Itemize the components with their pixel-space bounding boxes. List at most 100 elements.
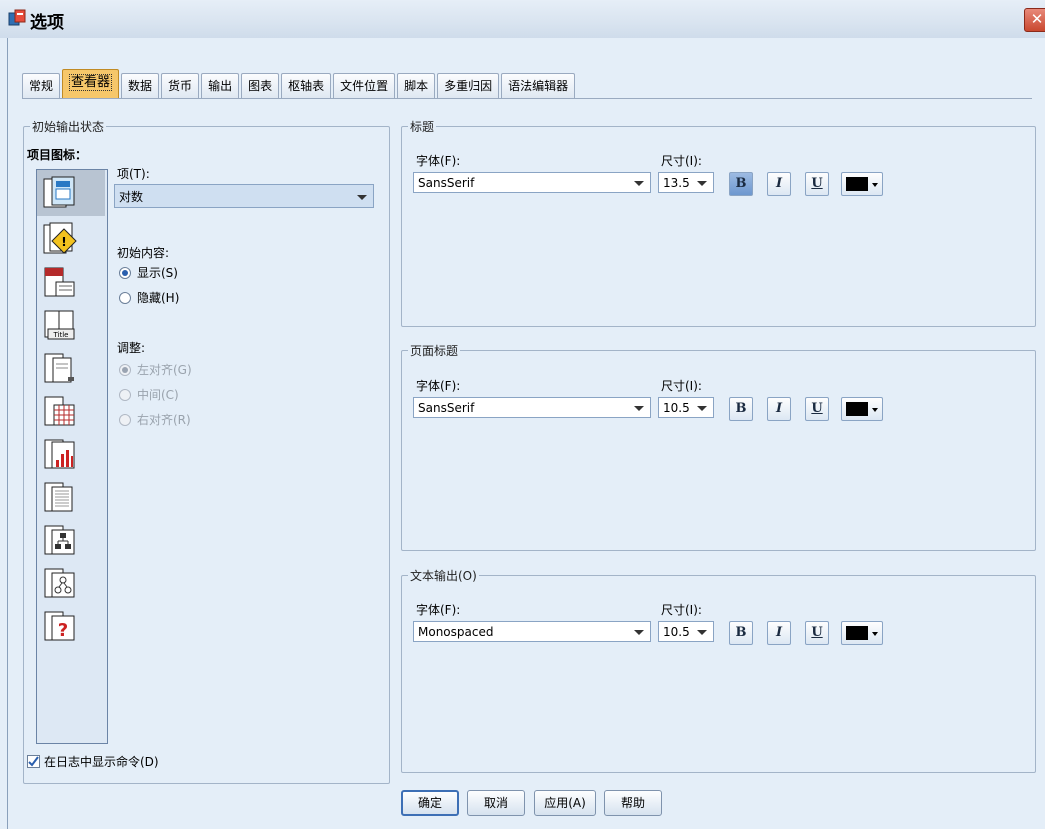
title-size-select[interactable]: 13.5 [658,172,714,193]
tab-label: 常规 [29,79,54,93]
align-right-label: 右对齐(R) [137,413,191,427]
title-italic-button[interactable]: I [767,172,791,196]
warning-icon[interactable]: ! [42,221,78,257]
pivot-table-icon[interactable] [42,393,78,429]
tab-label: 多重归因 [444,79,493,93]
item-value: 对数 [119,190,144,204]
tab-label: 图表 [248,79,273,93]
page-title-icon[interactable] [42,350,78,386]
tab-output[interactable]: 输出 [201,73,240,98]
chevron-down-icon [697,181,707,186]
text-output-font-value: Monospaced [418,625,494,639]
page-title-font-label: 字体(F): [416,379,461,393]
page-title-italic-button[interactable]: I [767,397,791,421]
align-center-radio[interactable] [119,389,131,401]
title-group [401,126,1036,327]
close-button[interactable]: ✕ [1024,8,1045,32]
chevron-down-icon [634,406,644,411]
initial-output-legend: 初始输出状态 [30,118,107,135]
chevron-down-icon [697,630,707,635]
item-label: 项(T): [117,167,150,181]
page-title-size-value: 10.5 [663,401,690,415]
text-output-font-select[interactable]: Monospaced [413,621,651,642]
show-commands-checkbox[interactable] [27,755,40,768]
page-title-legend: 页面标题 [408,342,461,359]
item-icon-list[interactable]: ! Title ? [36,169,108,744]
cancel-button[interactable]: 取消 [467,790,525,816]
page-title-underline-button[interactable]: U [805,397,829,421]
tab-multiple-imputation[interactable]: 多重归因 [437,73,500,98]
notes-icon[interactable] [42,264,78,300]
tab-label: 语法编辑器 [508,79,569,93]
color-swatch [846,626,868,640]
title-bar [0,0,1045,39]
page-title-bold-button[interactable]: B [729,397,753,421]
chart-icon[interactable] [42,436,78,472]
tab-label: 查看器 [69,74,113,91]
text-output-icon[interactable] [42,479,78,515]
text-output-group [401,575,1036,773]
apply-button[interactable]: 应用(A) [534,790,596,816]
chevron-down-icon [697,406,707,411]
chevron-down-icon [872,632,878,636]
text-output-size-label: 尺寸(I): [661,603,702,617]
align-right-radio[interactable] [119,414,131,426]
title-font-value: SansSerif [418,176,475,190]
help-button[interactable]: 帮助 [604,790,662,816]
title-bold-button[interactable]: B [729,172,753,196]
title-font-select[interactable]: SansSerif [413,172,651,193]
tab-label: 脚本 [404,79,429,93]
log-icon[interactable] [42,175,78,211]
tab-syntax-editor[interactable]: 语法编辑器 [501,73,576,98]
page-title-color-button[interactable] [841,397,883,421]
close-icon: ✕ [1030,10,1044,28]
text-output-font-label: 字体(F): [416,603,461,617]
page-title-size-label: 尺寸(I): [661,379,702,393]
tab-general[interactable]: 常规 [22,73,61,98]
tab-currency[interactable]: 货币 [161,73,200,98]
title-color-button[interactable] [841,172,883,196]
tab-charts[interactable]: 图表 [241,73,280,98]
initial-content-label: 初始内容: [117,246,170,260]
svg-text:!: ! [61,235,66,249]
text-output-color-button[interactable] [841,621,883,645]
title-group-legend: 标题 [408,118,437,135]
ok-button[interactable]: 确定 [401,790,459,816]
tab-pivot-tables[interactable]: 枢轴表 [281,73,332,98]
title-underline-button[interactable]: U [805,172,829,196]
chevron-down-icon [357,195,367,200]
app-icon [8,9,26,27]
title-icon[interactable]: Title [42,307,78,343]
title-size-value: 13.5 [663,176,690,190]
page-title-font-select[interactable]: SansSerif [413,397,651,418]
tree-model-icon[interactable] [42,522,78,558]
text-output-legend: 文本输出(O) [408,567,479,584]
color-swatch [846,402,868,416]
show-commands-label: 在日志中显示命令(D) [44,755,159,769]
tab-data[interactable]: 数据 [121,73,160,98]
tab-file-locations[interactable]: 文件位置 [333,73,396,98]
tab-viewer[interactable]: 查看器 [62,69,120,98]
text-output-underline-button[interactable]: U [805,621,829,645]
show-radio[interactable] [119,267,131,279]
tab-divider [22,98,1032,99]
model-viewer-icon[interactable] [42,565,78,601]
window-border [7,38,8,829]
text-output-size-select[interactable]: 10.5 [658,621,714,642]
align-left-label: 左对齐(G) [137,363,192,377]
title-size-label: 尺寸(I): [661,154,702,168]
hide-radio[interactable] [119,292,131,304]
show-label: 显示(S) [137,266,178,280]
tab-label: 输出 [208,79,233,93]
chevron-down-icon [634,181,644,186]
text-output-bold-button[interactable]: B [729,621,753,645]
tab-label: 枢轴表 [288,79,325,93]
checkmark-icon [28,756,39,767]
color-swatch [846,177,868,191]
text-output-italic-button[interactable]: I [767,621,791,645]
tab-scripts[interactable]: 脚本 [397,73,436,98]
page-title-size-select[interactable]: 10.5 [658,397,714,418]
item-select[interactable]: 对数 [114,184,374,208]
align-left-radio[interactable] [119,364,131,376]
unknown-object-icon[interactable]: ? [42,608,78,644]
